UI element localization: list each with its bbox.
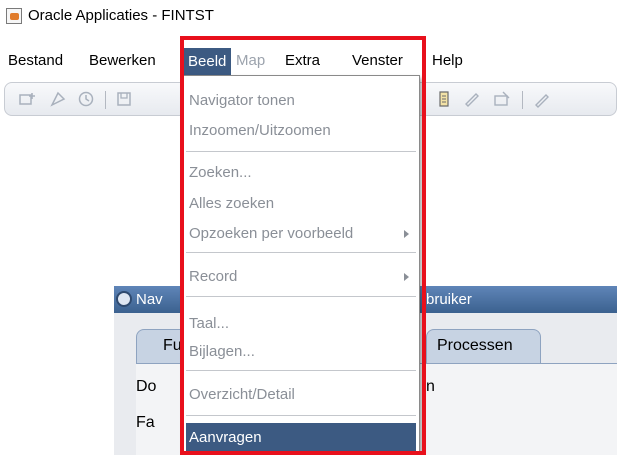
edit-icon[interactable] <box>463 90 481 108</box>
menu-item-alles-zoeken[interactable]: Alles zoeken <box>183 191 419 217</box>
window-title: Oracle Applicaties - FINTST <box>28 7 214 24</box>
submenu-arrow-icon <box>404 230 409 238</box>
menu-item-navigator-tonen[interactable]: Navigator tonen <box>183 88 419 114</box>
menu-help[interactable]: Help <box>432 52 463 69</box>
clear-icon[interactable] <box>493 90 511 108</box>
menu-item-inzoomen-uitzoomen[interactable]: Inzoomen/Uitzoomen <box>183 118 419 144</box>
menu-item-label: Opzoeken per voorbeeld <box>189 225 354 242</box>
menu-separator <box>186 370 416 371</box>
oracle-gear-icon <box>116 291 132 307</box>
menu-item-taal[interactable]: Taal... <box>183 311 419 337</box>
java-cup-icon <box>6 8 22 24</box>
history-icon[interactable] <box>77 90 95 108</box>
menubar: Bestand Bewerken Beeld Map Extra Venster… <box>0 48 617 75</box>
menu-map[interactable]: Map <box>236 52 265 69</box>
menu-separator <box>186 151 416 152</box>
tab-functions-label: Fu <box>163 337 182 354</box>
toolbar-separator <box>105 91 106 109</box>
menu-item-bijlagen[interactable]: Bijlagen... <box>183 339 419 365</box>
navigator-title-right: bruiker <box>426 291 472 308</box>
tab-processen[interactable]: Processen <box>426 329 541 363</box>
menu-item-label: Zoeken... <box>189 164 252 181</box>
menu-item-label: Inzoomen/Uitzoomen <box>189 122 331 139</box>
menu-item-label: Overzicht/Detail <box>189 386 295 403</box>
menu-item-label: Bijlagen... <box>189 343 255 360</box>
menu-item-overzicht-detail[interactable]: Overzicht/Detail <box>183 382 419 408</box>
menu-venster[interactable]: Venster <box>352 52 403 69</box>
save-icon[interactable] <box>115 90 133 108</box>
attachments-icon[interactable] <box>435 90 453 108</box>
beeld-dropdown-menu: Navigator tonen Inzoomen/Uitzoomen Zoeke… <box>182 75 420 455</box>
body-label-1: Do <box>136 378 157 395</box>
translate-icon[interactable] <box>533 90 551 108</box>
menu-separator <box>186 415 416 416</box>
tab-processen-label: Processen <box>437 337 513 354</box>
body-right-text: n <box>426 378 435 395</box>
menu-item-label: Navigator tonen <box>189 92 295 109</box>
toolbar-separator <box>522 91 523 109</box>
new-record-icon[interactable] <box>19 90 37 108</box>
menu-item-zoeken[interactable]: Zoeken... <box>183 160 419 186</box>
menu-beeld[interactable]: Beeld <box>183 48 232 75</box>
menu-extra[interactable]: Extra <box>285 52 320 69</box>
body-label-2: Fa <box>136 414 155 431</box>
menu-item-aanvragen[interactable]: Aanvragen <box>186 423 416 452</box>
title-bar: Oracle Applicaties - FINTST <box>0 0 617 30</box>
find-icon[interactable] <box>49 90 67 108</box>
menu-item-label: Alles zoeken <box>189 195 275 212</box>
menu-item-opzoeken-per-voorbeeld[interactable]: Opzoeken per voorbeeld <box>183 221 419 247</box>
menu-separator <box>186 252 416 253</box>
navigator-title-left: Nav <box>136 291 163 308</box>
menu-bewerken[interactable]: Bewerken <box>89 52 156 69</box>
menu-item-label: Aanvragen <box>189 429 262 446</box>
menu-bestand[interactable]: Bestand <box>8 52 63 69</box>
submenu-arrow-icon <box>404 273 409 281</box>
menu-item-label: Record <box>189 268 238 285</box>
menu-item-record[interactable]: Record <box>183 264 419 290</box>
menu-separator <box>186 296 416 297</box>
menu-item-label: Taal... <box>189 315 230 332</box>
